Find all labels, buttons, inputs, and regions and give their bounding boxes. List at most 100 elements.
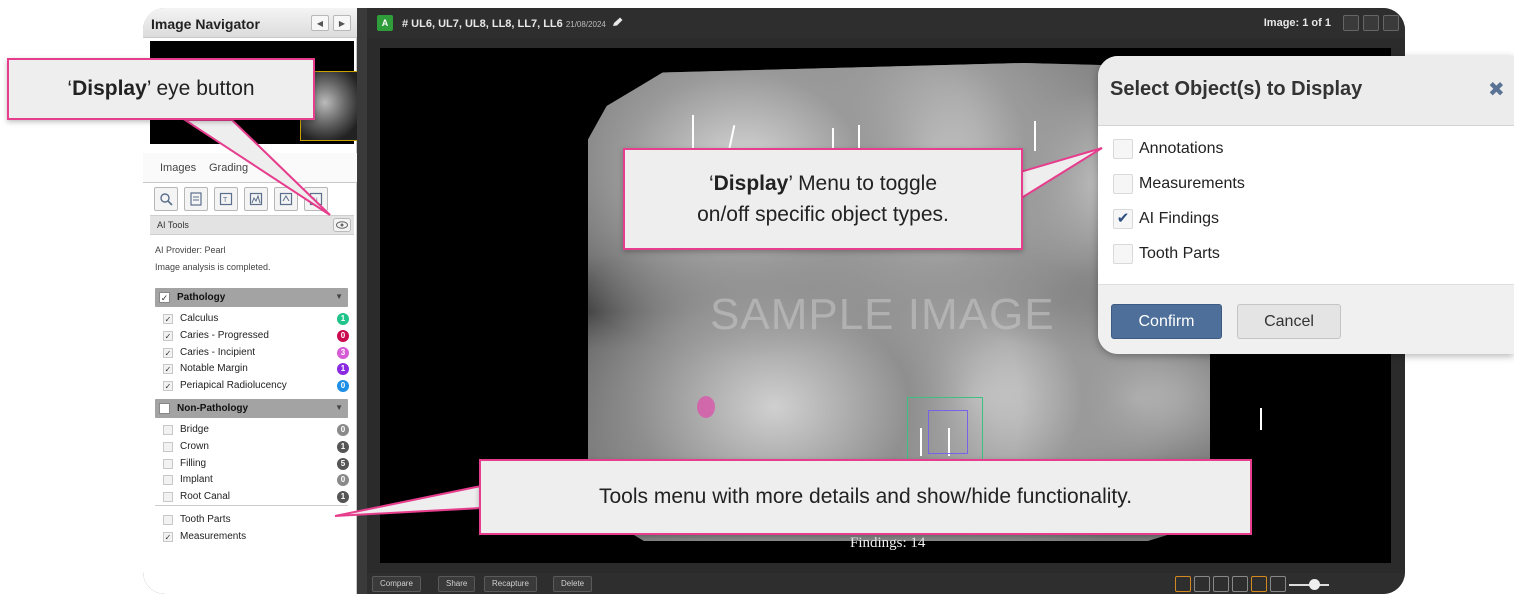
analysis-status-text: Image analysis is completed.	[155, 262, 271, 272]
pathology-group-checkbox[interactable]: ✓	[159, 292, 170, 303]
chevron-down-icon[interactable]: ▼	[335, 403, 343, 412]
count-badge: 0	[337, 329, 349, 342]
option-checkbox[interactable]	[1113, 174, 1133, 194]
panel-splitter[interactable]	[357, 8, 367, 594]
measurement-line	[692, 115, 694, 149]
item-label: Calculus	[180, 313, 219, 324]
select-objects-dialog: Select Object(s) to Display ✖ Annotation…	[1098, 56, 1514, 354]
contrast-icon[interactable]	[1232, 576, 1248, 592]
tab-images[interactable]: Images	[160, 162, 196, 174]
chevron-down-icon[interactable]: ▼	[335, 292, 343, 301]
dialog-title: Select Object(s) to Display	[1110, 78, 1363, 100]
list-item[interactable]: ✓ Calculus 1	[161, 311, 351, 327]
option-label: Annotations	[1139, 140, 1224, 157]
item-checkbox[interactable]: ✓	[163, 364, 173, 375]
count-badge: 1	[337, 313, 349, 325]
item-label: Periapical Radiolucency	[180, 380, 287, 392]
item-checkbox[interactable]	[163, 492, 173, 503]
adjust-icon[interactable]	[1213, 576, 1229, 592]
tooth-tool-icon[interactable]	[1175, 576, 1191, 592]
item-checkbox[interactable]	[163, 475, 173, 486]
display-option[interactable]: ✔ AI Findings	[1113, 208, 1363, 230]
list-item[interactable]: ✓ Measurements	[161, 529, 351, 545]
tooth-outline-icon[interactable]	[1194, 576, 1210, 592]
list-item[interactable]: Tooth Parts	[161, 512, 351, 528]
tools-menu-callout: Tools menu with more details and show/hi…	[479, 459, 1252, 535]
prev-arrow-icon[interactable]: ◀	[311, 15, 329, 31]
eye-button-callout: ‘Display’ eye button	[7, 58, 315, 120]
item-label: Bridge	[180, 424, 209, 435]
pathology-group-header[interactable]: ✓ Pathology ▼	[155, 288, 348, 307]
histogram-icon[interactable]	[244, 187, 268, 211]
item-checkbox[interactable]	[163, 425, 173, 435]
sample-watermark: SAMPLE IMAGE	[710, 290, 1055, 339]
item-checkbox[interactable]: ✓	[163, 531, 173, 542]
teeth-label: # UL6, UL7, UL8, LL8, LL7, LL6 21/08/202…	[402, 17, 624, 30]
option-label: AI Findings	[1139, 210, 1220, 227]
zoom-tool-icon[interactable]	[154, 187, 178, 211]
share-button[interactable]: Share	[438, 576, 476, 592]
tab-grading[interactable]: Grading	[209, 162, 248, 174]
ai-finding-marker[interactable]	[697, 396, 715, 418]
view-badge: A	[377, 15, 393, 31]
tooth-chart-icon[interactable]	[184, 187, 208, 211]
findings-count: Findings: 14	[850, 535, 926, 551]
option-checkbox[interactable]	[1113, 244, 1133, 264]
list-item[interactable]: Root Canal 1	[161, 489, 351, 505]
list-item[interactable]: ✓ Caries - Incipient 3	[161, 345, 351, 361]
annotation-tool-icon[interactable]	[274, 187, 298, 211]
delete-button[interactable]: Delete	[553, 576, 593, 592]
item-checkbox[interactable]: ✓	[163, 330, 173, 341]
cancel-button[interactable]: Cancel	[1237, 304, 1341, 339]
confirm-button[interactable]: Confirm	[1111, 304, 1222, 339]
list-item[interactable]: Filling 5	[161, 456, 351, 472]
list-item[interactable]: ✓ Notable Margin 1	[161, 361, 351, 377]
item-label: Caries - Progressed	[180, 329, 269, 341]
list-item[interactable]: ✓ Periapical Radiolucency 0	[161, 378, 351, 394]
item-checkbox[interactable]	[163, 458, 173, 469]
next-image-icon[interactable]	[1363, 15, 1379, 31]
close-icon[interactable]: ✖	[1488, 77, 1505, 102]
option-checkbox[interactable]: ✔	[1113, 209, 1133, 229]
item-checkbox[interactable]	[163, 515, 173, 525]
display-eye-icon[interactable]	[333, 218, 351, 232]
svg-text:AI: AI	[312, 198, 318, 204]
prev-image-icon[interactable]	[1343, 15, 1359, 31]
layout-icon[interactable]	[1383, 15, 1399, 31]
list-item[interactable]: Implant 0	[161, 472, 351, 488]
item-checkbox[interactable]: ✓	[163, 381, 173, 392]
ai-tools-label: AI Tools	[157, 220, 189, 230]
teeth-text: # UL6, UL7, UL8, LL8, LL7, LL6	[402, 18, 563, 30]
count-badge: 3	[337, 346, 349, 359]
dialog-header: Select Object(s) to Display ✖	[1098, 56, 1514, 126]
option-label: Tooth Parts	[1139, 245, 1220, 262]
option-checkbox[interactable]	[1113, 139, 1133, 159]
display-option[interactable]: Measurements	[1113, 173, 1363, 195]
item-checkbox[interactable]: ✓	[163, 314, 173, 324]
compare-button[interactable]: Compare	[372, 576, 421, 592]
count-badge: 0	[337, 424, 349, 436]
display-option[interactable]: Annotations	[1113, 138, 1363, 160]
count-badge: 1	[337, 491, 349, 504]
edit-pencil-icon[interactable]	[612, 17, 624, 27]
non-pathology-group-checkbox[interactable]	[159, 403, 170, 414]
text-tool-icon[interactable]: T	[214, 187, 238, 211]
ai-finding-box[interactable]	[928, 410, 968, 454]
item-label: Implant	[180, 474, 213, 486]
zoom-out-icon[interactable]	[1270, 576, 1286, 592]
item-checkbox[interactable]	[163, 441, 173, 452]
overlay-icon[interactable]	[1251, 576, 1267, 592]
list-item[interactable]: Bridge 0	[161, 422, 351, 438]
list-item[interactable]: Crown 1	[161, 439, 351, 455]
list-item[interactable]: ✓ Caries - Progressed 0	[161, 328, 351, 344]
recapture-button[interactable]: Recapture	[484, 576, 537, 592]
ai-tools-icon[interactable]: AI	[304, 187, 328, 211]
zoom-slider-thumb[interactable]	[1309, 579, 1320, 590]
measurement-line	[1034, 121, 1036, 151]
display-option[interactable]: Tooth Parts	[1113, 243, 1363, 265]
navigator-title: Image Navigator	[151, 16, 260, 32]
non-pathology-group-header[interactable]: Non-Pathology ▼	[155, 399, 348, 418]
callout-text: ’ eye button	[146, 77, 255, 100]
next-arrow-icon[interactable]: ▶	[333, 15, 351, 31]
item-checkbox[interactable]: ✓	[163, 347, 173, 358]
